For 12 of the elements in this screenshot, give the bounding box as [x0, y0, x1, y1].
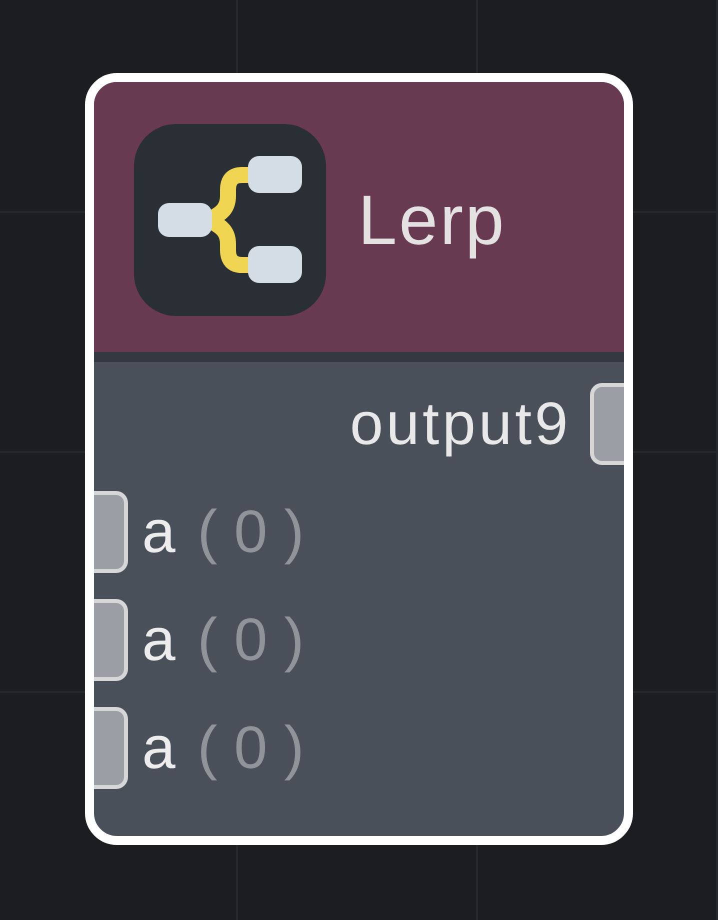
input-value: ( 0 ) — [197, 610, 304, 670]
input-port[interactable] — [94, 491, 128, 573]
input-port[interactable] — [94, 599, 128, 681]
input-label: a — [142, 610, 176, 670]
input-value: ( 0 ) — [197, 718, 304, 778]
input-label: a — [142, 718, 176, 778]
input-value: ( 0 ) — [197, 502, 304, 562]
input-port[interactable] — [94, 707, 128, 789]
branch-icon — [134, 124, 326, 316]
output-label: output9 — [350, 394, 571, 454]
input-label: a — [142, 502, 176, 562]
output-port[interactable] — [590, 383, 624, 465]
